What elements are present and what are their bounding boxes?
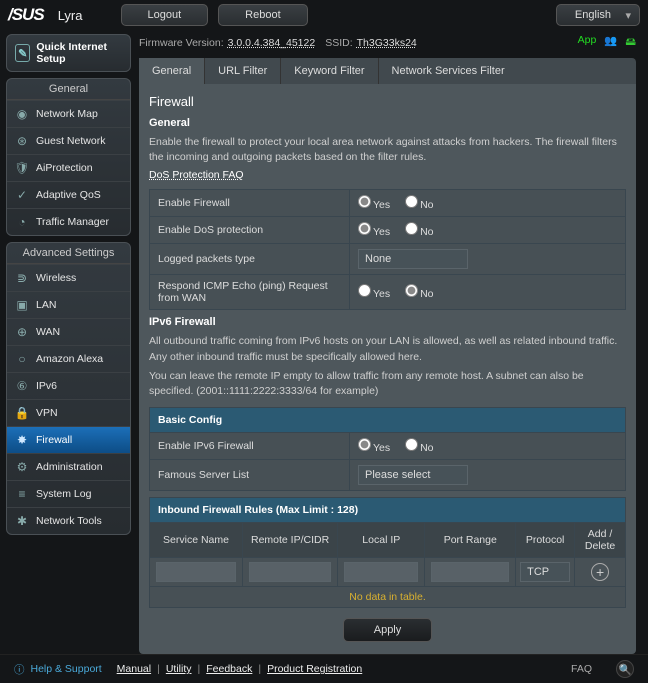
apply-button[interactable]: Apply xyxy=(343,618,433,642)
enable-ipv6-label: Enable IPv6 Firewall xyxy=(150,433,350,460)
help-support-label: Help & Support xyxy=(31,663,102,675)
footer-utility[interactable]: Utility xyxy=(166,663,192,675)
footer-manual[interactable]: Manual xyxy=(117,663,151,675)
logout-button[interactable]: Logout xyxy=(121,4,209,26)
tab-general[interactable]: General xyxy=(139,58,204,84)
famous-server-label: Famous Server List xyxy=(150,460,350,491)
shield-icon: 🛡 xyxy=(14,161,30,175)
enable-dos-yes[interactable]: Yes xyxy=(358,226,390,238)
qos-icon: ✓ xyxy=(14,188,30,202)
tab-keyword-filter[interactable]: Keyword Filter xyxy=(280,58,377,84)
brand-logo: /SUS xyxy=(8,5,44,25)
alexa-icon: ○ xyxy=(14,352,30,366)
protocol-select[interactable]: TCP xyxy=(520,562,570,582)
sidebar-item-ipv6[interactable]: ⑥IPv6 xyxy=(7,372,130,399)
enable-ipv6-no[interactable]: No xyxy=(405,442,433,454)
local-ip-input[interactable] xyxy=(344,562,418,582)
col-local-ip: Local IP xyxy=(338,523,425,558)
sidebar-item-wan[interactable]: ⊕WAN xyxy=(7,318,130,345)
product-name: Lyra xyxy=(58,8,83,23)
tab-network-services-filter[interactable]: Network Services Filter xyxy=(378,58,518,84)
sidebar-item-firewall[interactable]: ✸Firewall xyxy=(7,426,130,453)
tools-icon: ✱ xyxy=(14,514,30,528)
enable-dos-label: Enable DoS protection xyxy=(150,217,350,244)
service-name-input[interactable] xyxy=(156,562,236,582)
basic-config-header: Basic Config xyxy=(149,407,626,432)
col-service-name: Service Name xyxy=(150,523,243,558)
language-select[interactable]: English xyxy=(556,4,640,26)
icmp-no[interactable]: No xyxy=(405,288,433,300)
firmware-version-link[interactable]: 3.0.0.4.384_45122 xyxy=(228,37,316,49)
guest-icon: ⊛ xyxy=(14,134,30,148)
port-range-input[interactable] xyxy=(431,562,509,582)
remote-ip-input[interactable] xyxy=(249,562,331,582)
sidebar-item-wireless[interactable]: ⋑Wireless xyxy=(7,264,130,291)
col-protocol: Protocol xyxy=(516,523,575,558)
search-icon[interactable]: 🔍 xyxy=(616,660,634,678)
quick-internet-setup[interactable]: ✎ Quick Internet Setup xyxy=(6,34,131,72)
ipv6-desc1: All outbound traffic coming from IPv6 ho… xyxy=(149,334,626,364)
tab-url-filter[interactable]: URL Filter xyxy=(204,58,280,84)
sidebar-item-adaptive-qos[interactable]: ✓Adaptive QoS xyxy=(7,181,130,208)
enable-firewall-no[interactable]: No xyxy=(405,199,433,211)
sidebar-header-advanced: Advanced Settings xyxy=(7,243,130,264)
firewall-icon: ✸ xyxy=(14,433,30,447)
col-port-range: Port Range xyxy=(425,523,516,558)
col-remote-ip: Remote IP/CIDR xyxy=(243,523,338,558)
sidebar-header-general: General xyxy=(7,79,130,100)
enable-ipv6-yes[interactable]: Yes xyxy=(358,442,390,454)
gauge-icon: ◔ xyxy=(14,215,30,229)
no-data-row: No data in table. xyxy=(150,587,626,608)
users-icon[interactable]: 👥 xyxy=(604,34,617,52)
section-ipv6: IPv6 Firewall xyxy=(149,316,626,328)
sidebar-item-system-log[interactable]: ≡System Log xyxy=(7,480,130,507)
logged-packets-label: Logged packets type xyxy=(150,244,350,275)
page-title: Firewall xyxy=(149,94,626,109)
enable-firewall-yes[interactable]: Yes xyxy=(358,199,390,211)
sidebar-item-network-tools[interactable]: ✱Network Tools xyxy=(7,507,130,534)
sidebar-item-guest-network[interactable]: ⊛Guest Network xyxy=(7,127,130,154)
wrench-icon: ✎ xyxy=(15,44,30,62)
enable-firewall-label: Enable Firewall xyxy=(150,190,350,217)
section-general: General xyxy=(149,117,626,129)
sidebar-item-administration[interactable]: ⚙Administration xyxy=(7,453,130,480)
footer-product-registration[interactable]: Product Registration xyxy=(267,663,362,675)
col-add-delete: Add / Delete xyxy=(575,523,626,558)
globe-icon: ◉ xyxy=(14,107,30,121)
famous-server-select[interactable]: Please select xyxy=(358,465,468,485)
wifi-icon: ⋑ xyxy=(14,271,30,285)
sidebar-item-network-map[interactable]: ◉Network Map xyxy=(7,100,130,127)
sidebar-item-lan[interactable]: ▣LAN xyxy=(7,291,130,318)
footer-faq[interactable]: FAQ xyxy=(571,663,592,675)
log-icon: ≡ xyxy=(14,487,30,501)
sidebar-item-vpn[interactable]: 🔒VPN xyxy=(7,399,130,426)
ssid-link[interactable]: Th3G33ks24 xyxy=(357,37,417,49)
help-icon: ⓘ xyxy=(14,662,25,677)
inbound-rules-header: Inbound Firewall Rules (Max Limit : 128) xyxy=(149,497,626,522)
icmp-label: Respond ICMP Echo (ping) Request from WA… xyxy=(150,275,350,310)
gear-icon: ⚙ xyxy=(14,460,30,474)
lan-icon: ▣ xyxy=(14,298,30,312)
usb-icon[interactable]: 🖴 xyxy=(625,34,636,52)
quick-setup-label: Quick Internet Setup xyxy=(36,41,122,65)
enable-dos-no[interactable]: No xyxy=(405,226,433,238)
sidebar-item-alexa[interactable]: ○Amazon Alexa xyxy=(7,345,130,372)
lock-icon: 🔒 xyxy=(14,406,30,420)
icmp-yes[interactable]: Yes xyxy=(358,288,390,300)
footer-feedback[interactable]: Feedback xyxy=(206,663,252,675)
add-rule-button[interactable]: + xyxy=(591,563,609,581)
reboot-button[interactable]: Reboot xyxy=(218,4,307,26)
logged-packets-select[interactable]: None xyxy=(358,249,468,269)
ipv6-icon: ⑥ xyxy=(14,379,30,393)
dos-faq-link[interactable]: DoS Protection FAQ xyxy=(149,169,244,181)
sidebar-item-aiprotection[interactable]: 🛡AiProtection xyxy=(7,154,130,181)
general-desc: Enable the firewall to protect your loca… xyxy=(149,135,626,165)
app-link[interactable]: App xyxy=(578,34,597,52)
sidebar-item-traffic-manager[interactable]: ◔Traffic Manager xyxy=(7,208,130,235)
firmware-label: Firmware Version: xyxy=(139,37,224,49)
ssid-label: SSID: xyxy=(325,37,352,49)
wan-icon: ⊕ xyxy=(14,325,30,339)
ipv6-desc2: You can leave the remote IP empty to all… xyxy=(149,369,626,399)
